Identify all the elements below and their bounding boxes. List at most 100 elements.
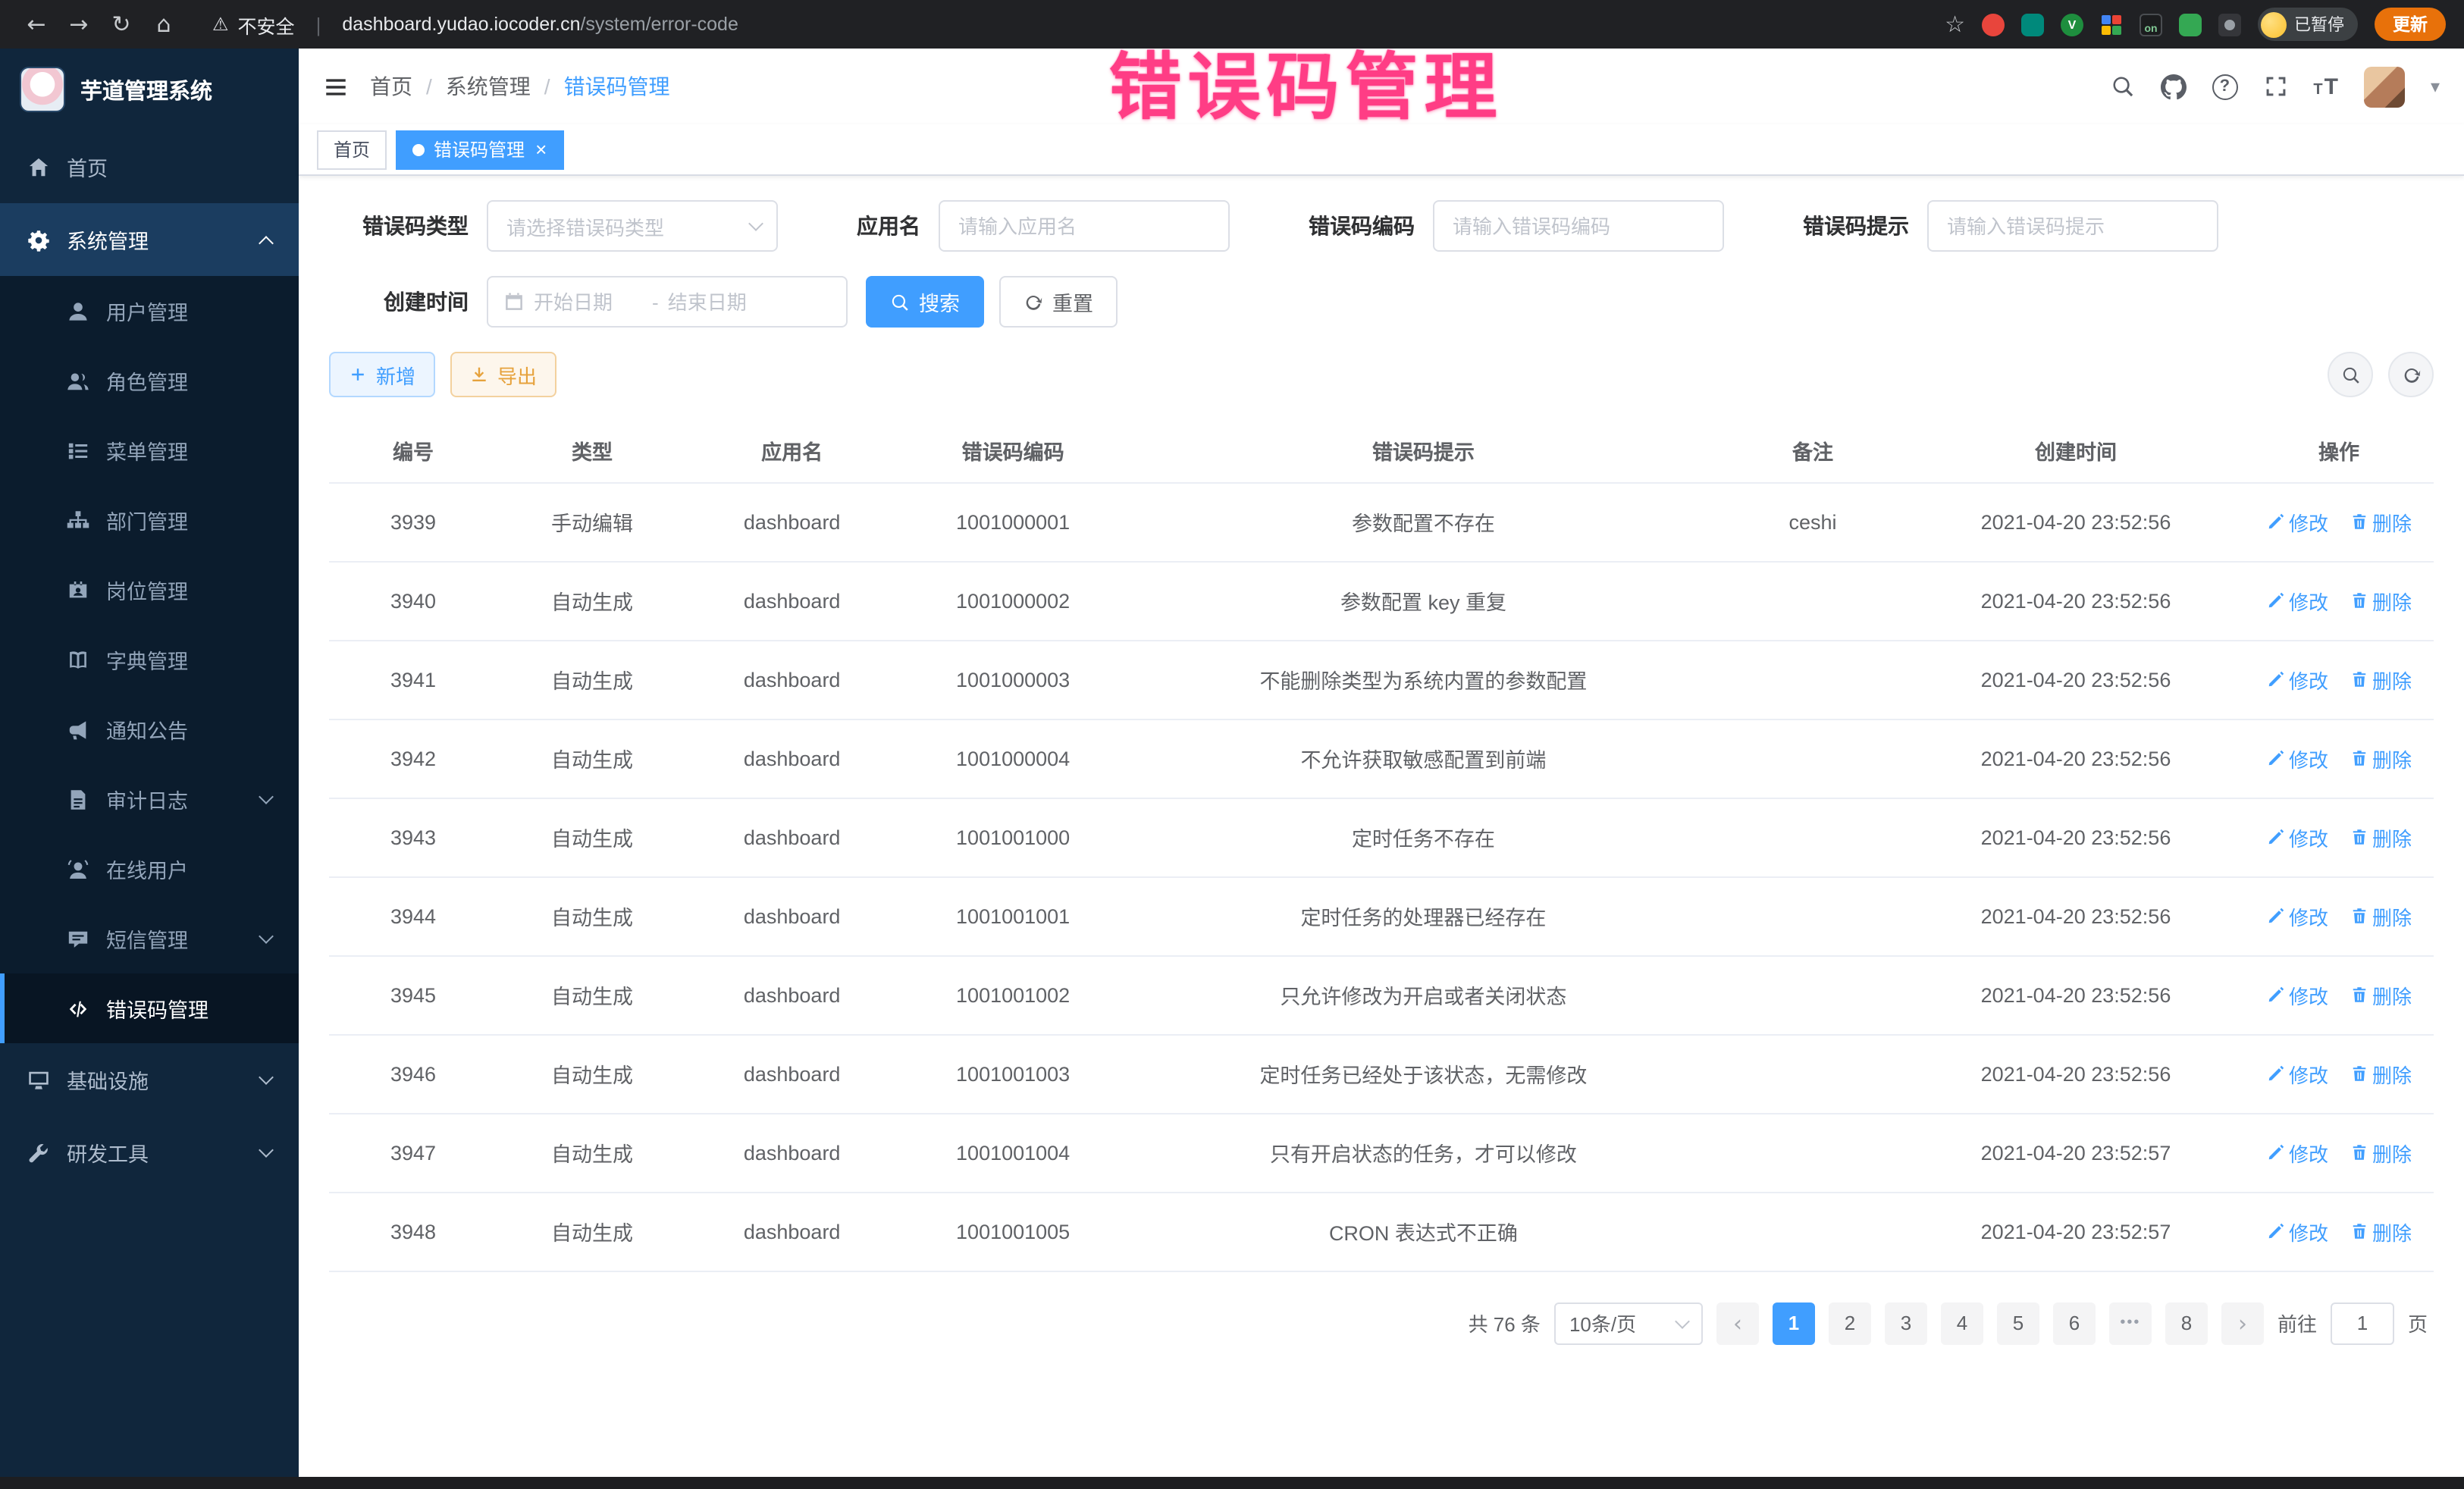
edit-link[interactable]: 修改 (2266, 823, 2328, 851)
extension-icon-green-v[interactable]: V (2061, 13, 2083, 36)
tag-error-code[interactable]: 错误码管理 × (396, 130, 563, 169)
delete-link[interactable]: 删除 (2350, 665, 2412, 694)
dashboard-home-icon (27, 155, 50, 178)
edit-link[interactable]: 修改 (2266, 665, 2328, 694)
extension-icon-teal[interactable] (2021, 13, 2044, 36)
delete-link[interactable]: 删除 (2350, 1059, 2412, 1088)
cell-remark (1718, 719, 1908, 798)
table-row: 3941 自动生成 dashboard 1001000003 不能删除类型为系统… (329, 640, 2434, 719)
extension-icon-grid[interactable] (2100, 13, 2123, 36)
user-avatar[interactable] (2364, 66, 2405, 107)
delete-link[interactable]: 删除 (2350, 744, 2412, 773)
page-size-select[interactable]: 10条/页 (1554, 1302, 1703, 1344)
help-icon[interactable]: ? (2212, 74, 2237, 99)
edit-link[interactable]: 修改 (2266, 1138, 2328, 1167)
search-icon[interactable] (2110, 74, 2134, 99)
forward-icon[interactable]: → (61, 6, 97, 42)
extension-icon-red[interactable] (1982, 13, 2005, 36)
page-button-4[interactable]: 4 (1941, 1302, 1983, 1344)
fullscreen-icon[interactable] (2263, 74, 2287, 99)
back-icon[interactable]: ← (18, 6, 55, 42)
sidebar-item-notice[interactable]: 通知公告 (0, 694, 299, 764)
close-icon[interactable]: × (535, 139, 547, 159)
document-icon (67, 788, 89, 810)
cell-remark (1718, 561, 1908, 640)
sidebar-submenu-system: 用户管理 角色管理 菜单管理 部门管理 (0, 276, 299, 1043)
sidebar-item-online-users[interactable]: 在线用户 (0, 834, 299, 904)
font-size-icon[interactable]: TT (2313, 75, 2338, 98)
delete-link[interactable]: 删除 (2350, 1217, 2412, 1246)
error-hint-input[interactable] (1927, 200, 2218, 252)
app-name-input[interactable] (939, 200, 1230, 252)
delete-link[interactable]: 删除 (2350, 823, 2412, 851)
refresh-table-button[interactable] (2388, 352, 2434, 397)
collapse-sidebar-icon[interactable] (323, 74, 349, 99)
edit-link[interactable]: 修改 (2266, 980, 2328, 1009)
reload-icon[interactable]: ↻ (103, 6, 140, 42)
sidebar-item-dept-management[interactable]: 部门管理 (0, 485, 299, 555)
github-icon[interactable] (2160, 74, 2186, 99)
edit-link[interactable]: 修改 (2266, 507, 2328, 536)
megaphone-icon (67, 718, 89, 741)
tag-home[interactable]: 首页 (317, 130, 387, 169)
profile-paused-badge[interactable]: 已暂停 (2258, 8, 2358, 41)
page-button-3[interactable]: 3 (1885, 1302, 1927, 1344)
trash-icon (2350, 670, 2368, 688)
start-date-input[interactable] (534, 290, 643, 313)
edit-link[interactable]: 修改 (2266, 1217, 2328, 1246)
extension-icon-on[interactable]: on (2140, 13, 2162, 36)
refresh-icon (1024, 292, 1043, 312)
page-button-8[interactable]: 8 (2165, 1302, 2208, 1344)
page-button-1[interactable]: 1 (1773, 1302, 1815, 1344)
address-bar[interactable]: dashboard.yudao.iocoder.cn/system/error-… (342, 14, 738, 35)
sidebar-group-dev-tools[interactable]: 研发工具 (0, 1116, 299, 1189)
edit-link[interactable]: 修改 (2266, 1059, 2328, 1088)
sidebar-item-home[interactable]: 首页 (0, 130, 299, 203)
page-button-2[interactable]: 2 (1829, 1302, 1871, 1344)
sidebar-item-error-code-management[interactable]: 错误码管理 (0, 973, 299, 1043)
home-icon[interactable]: ⌂ (146, 6, 182, 42)
caret-down-icon[interactable]: ▾ (2431, 76, 2440, 97)
sidebar-item-audit-log[interactable]: 审计日志 (0, 764, 299, 834)
sidebar-item-sms-management[interactable]: 短信管理 (0, 904, 299, 973)
delete-link[interactable]: 删除 (2350, 980, 2412, 1009)
sidebar-item-post-management[interactable]: 岗位管理 (0, 555, 299, 625)
sidebar-item-user-management[interactable]: 用户管理 (0, 276, 299, 346)
breadcrumb-system[interactable]: 系统管理 (446, 71, 531, 102)
more-pages-button[interactable]: ••• (2109, 1302, 2152, 1344)
reset-button[interactable]: 重置 (999, 276, 1118, 328)
search-button[interactable]: 搜索 (866, 276, 984, 328)
edit-link[interactable]: 修改 (2266, 586, 2328, 615)
delete-link[interactable]: 删除 (2350, 507, 2412, 536)
delete-link[interactable]: 删除 (2350, 1138, 2412, 1167)
add-button[interactable]: 新增 (329, 352, 435, 397)
create-time-range-picker[interactable]: - (487, 276, 848, 328)
sidebar-group-infrastructure[interactable]: 基础设施 (0, 1043, 299, 1116)
export-button[interactable]: 导出 (450, 352, 556, 397)
page-button-6[interactable]: 6 (2053, 1302, 2096, 1344)
next-page-button[interactable]: › (2221, 1302, 2264, 1344)
extension-icon-pin[interactable] (2218, 13, 2241, 36)
sidebar-item-role-management[interactable]: 角色管理 (0, 346, 299, 415)
site-security[interactable]: ⚠ 不安全 (212, 10, 295, 39)
bookmark-star-icon[interactable]: ☆ (1945, 11, 1965, 38)
prev-page-button[interactable]: ‹ (1716, 1302, 1759, 1344)
goto-page-input[interactable] (2331, 1302, 2394, 1344)
sidebar-group-system[interactable]: 系统管理 (0, 203, 299, 276)
error-code-input[interactable] (1433, 200, 1724, 252)
sidebar-item-menu-management[interactable]: 菜单管理 (0, 415, 299, 485)
edit-link[interactable]: 修改 (2266, 901, 2328, 930)
delete-link[interactable]: 删除 (2350, 901, 2412, 930)
pencil-icon (2266, 670, 2284, 688)
toggle-search-button[interactable] (2328, 352, 2373, 397)
page-button-5[interactable]: 5 (1997, 1302, 2039, 1344)
edit-link[interactable]: 修改 (2266, 744, 2328, 773)
end-date-input[interactable] (668, 290, 777, 313)
breadcrumb-home[interactable]: 首页 (370, 71, 412, 102)
cell-time: 2021-04-20 23:52:57 (1908, 1192, 2244, 1271)
sidebar-item-dict-management[interactable]: 字典管理 (0, 625, 299, 694)
delete-link[interactable]: 删除 (2350, 586, 2412, 615)
extension-icon-leaf[interactable] (2179, 13, 2202, 36)
error-type-select[interactable]: 请选择错误码类型 (487, 200, 778, 252)
browser-update-button[interactable]: 更新 (2375, 8, 2446, 41)
